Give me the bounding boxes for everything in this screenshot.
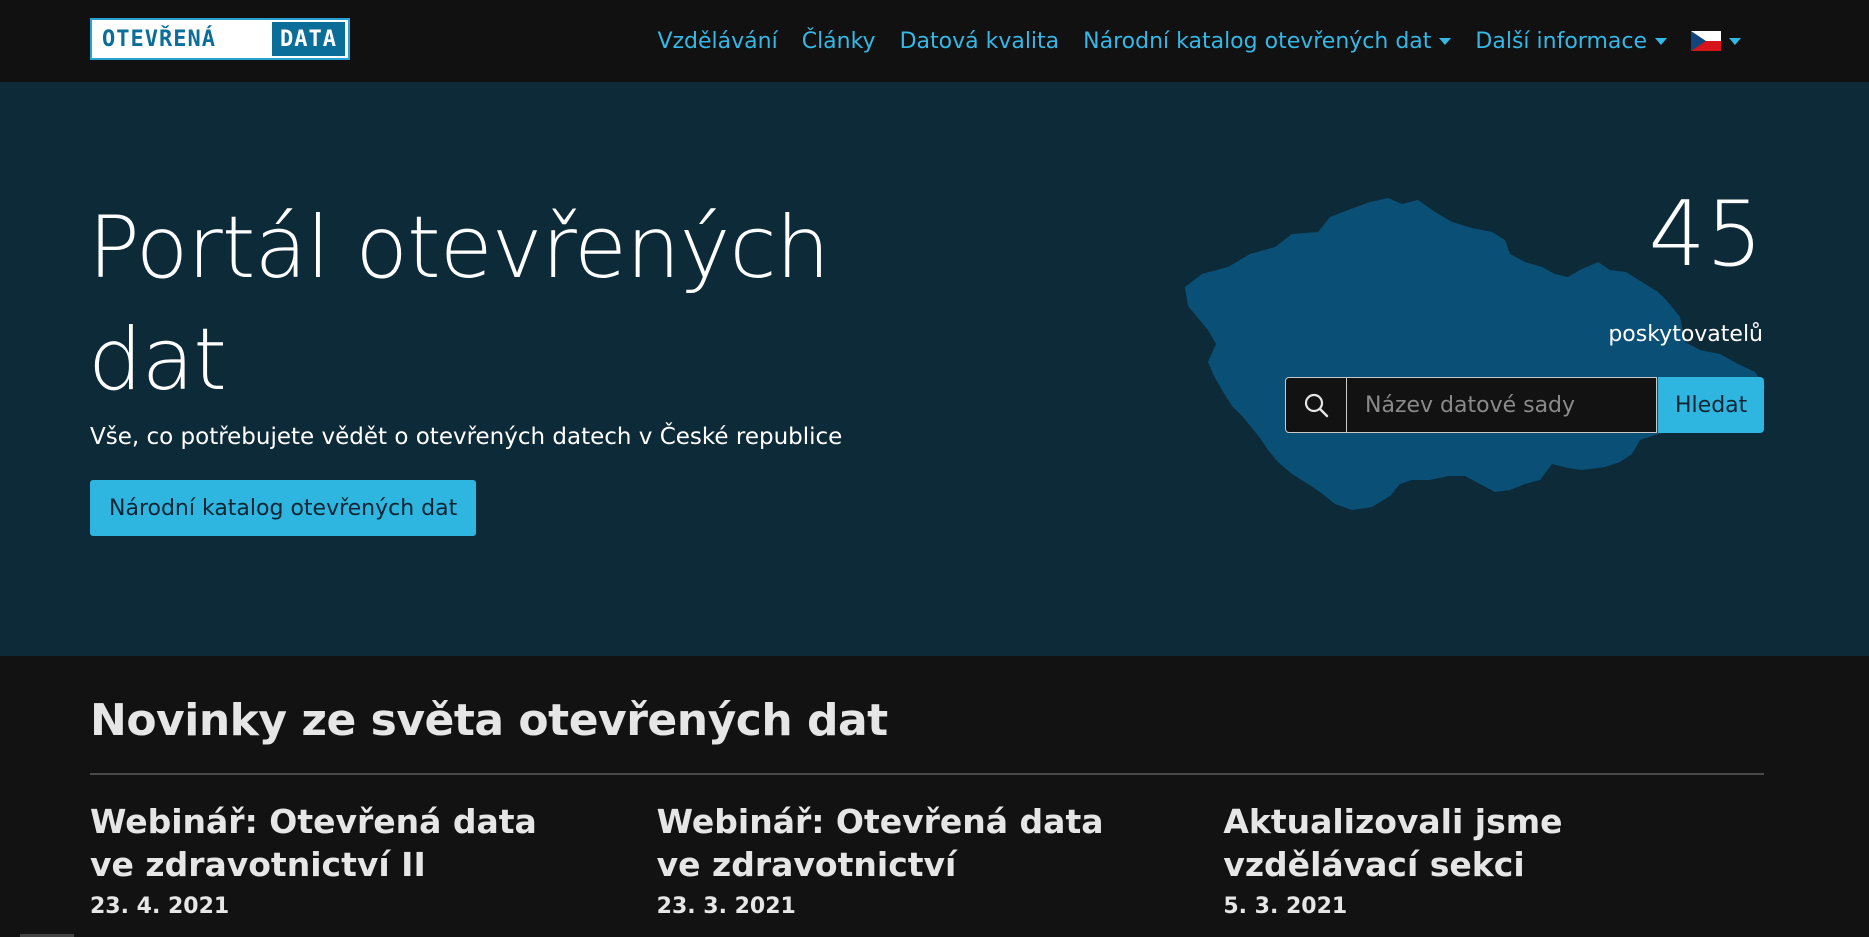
news-item: Aktualizovali jsme vzdělávací sekci 5. 3… [1223, 800, 1790, 919]
national-catalog-button[interactable]: Národní katalog otevřených dat [90, 480, 477, 536]
news-item-date: 5. 3. 2021 [1223, 894, 1348, 919]
page-title: Portál otevřených dat [88, 198, 830, 410]
logo-text-otevrena: OTEVŘENÁ [102, 26, 216, 52]
nav-dalsi-informace-dropdown[interactable]: Další informace [1463, 29, 1679, 54]
news-item-date: 23. 3. 2021 [656, 894, 796, 919]
nav-vzdelavani[interactable]: Vzdělávání [645, 29, 789, 54]
nav-label: Články [801, 28, 876, 54]
logo-text-data: DATA [272, 22, 345, 56]
hero-section: Portál otevřených dat Vše, co potřebujet… [0, 82, 1869, 656]
nav-label: Datová kvalita [899, 28, 1060, 54]
caret-down-icon [1439, 37, 1452, 45]
hero-subtitle: Vše, co potřebujete vědět o otevřených d… [90, 424, 843, 450]
nav-label: Národní katalog otevřených dat [1083, 28, 1432, 54]
news-item-date: 23. 4. 2021 [90, 894, 230, 919]
czech-flag-icon [1691, 31, 1721, 51]
providers-label: poskytovatelů [1608, 322, 1763, 347]
news-list: Webinář: Otevřená data ve zdravotnictví … [90, 800, 1790, 919]
nav-clanky[interactable]: Články [790, 29, 888, 54]
search-icon [1285, 377, 1347, 433]
caret-down-icon [1655, 37, 1667, 45]
news-item-title[interactable]: Aktualizovali jsme vzdělávací sekci [1223, 800, 1723, 886]
site-logo[interactable]: OTEVŘENÁ DATA [90, 18, 350, 60]
dataset-search-form: Hledat [1285, 377, 1765, 433]
news-item: Webinář: Otevřená data ve zdravotnictví … [90, 800, 657, 919]
news-item-title[interactable]: Webinář: Otevřená data ve zdravotnictví [657, 800, 1157, 886]
nav-label: Další informace [1475, 28, 1647, 54]
news-item-title[interactable]: Webinář: Otevřená data ve zdravotnictví … [90, 800, 590, 886]
search-button[interactable]: Hledat [1658, 377, 1765, 433]
caret-down-icon [1729, 37, 1741, 45]
language-switcher[interactable] [1679, 31, 1753, 51]
nav-narodni-katalog-dropdown[interactable]: Národní katalog otevřených dat [1071, 29, 1463, 54]
nav-label: Vzdělávání [657, 28, 778, 54]
dataset-search-input[interactable] [1347, 377, 1657, 433]
providers-count: 45 [1648, 182, 1763, 287]
nav-datova-kvalita[interactable]: Datová kvalita [888, 29, 1072, 54]
main-nav: Vzdělávání Články Datová kvalita Národní… [645, 0, 1753, 82]
news-divider [90, 773, 1764, 775]
news-item: Webinář: Otevřená data ve zdravotnictví … [657, 800, 1224, 919]
top-navbar: OTEVŘENÁ DATA Vzdělávání Články Datová k… [0, 0, 1869, 82]
news-heading: Novinky ze světa otevřených dat [90, 695, 888, 746]
